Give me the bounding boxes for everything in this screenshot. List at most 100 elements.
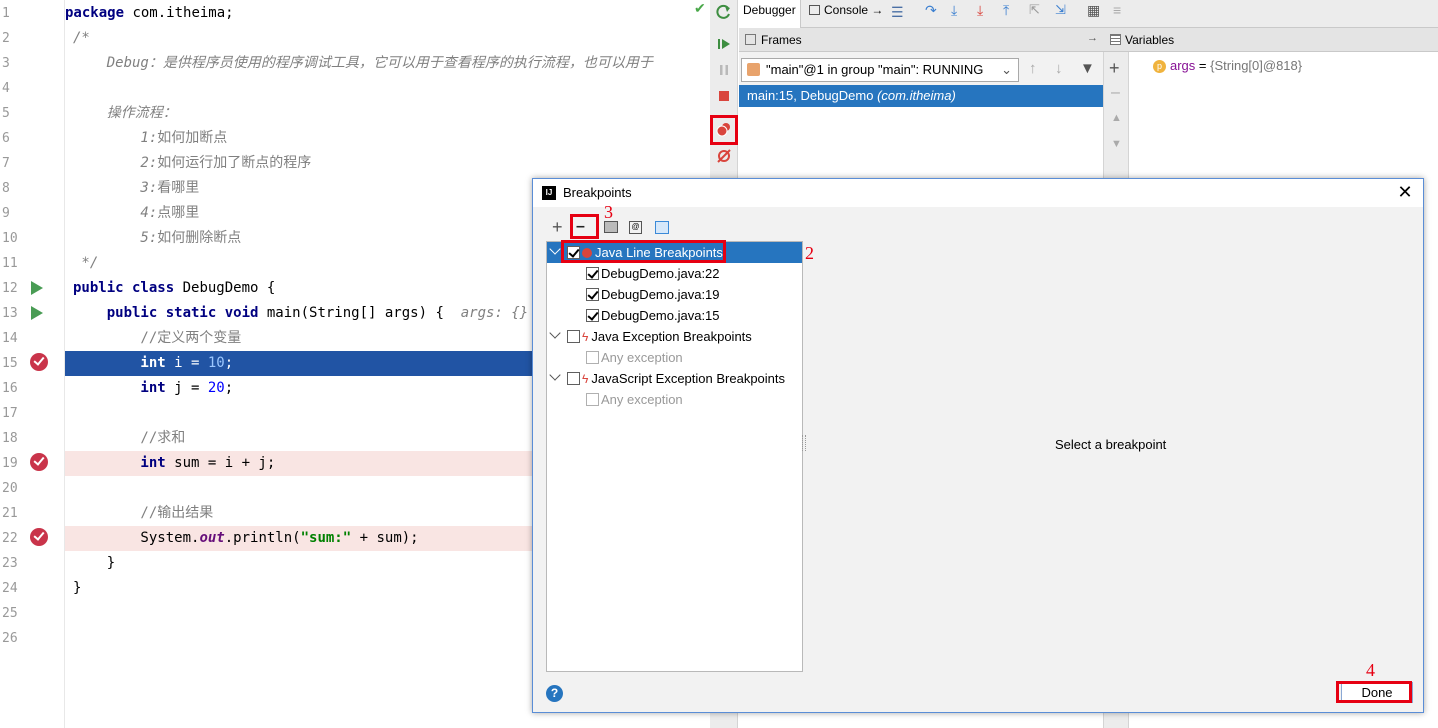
line-number: 26 [2,631,18,646]
thread-icon [747,63,760,76]
checkbox[interactable] [567,372,580,385]
stop-icon[interactable] [714,86,734,106]
frame-row-selected[interactable]: main:15, DebugDemo (com.itheima) [739,85,1103,107]
line-number: 15 [2,356,18,371]
checkbox[interactable] [586,309,599,322]
resume-icon[interactable] [714,34,734,54]
move-up-icon[interactable]: ▲ [1111,112,1122,124]
tree-item-javascript-exception-breakpoints[interactable]: ϟ JavaScript Exception Breakpoints [547,368,785,389]
checkbox[interactable] [567,330,580,343]
move-down-icon[interactable]: ▼ [1111,138,1122,150]
check-ok-icon: ✔ [694,0,706,16]
frames-pin-icon[interactable]: → [1087,32,1098,44]
add-breakpoint-button[interactable]: + [552,217,563,237]
line-number: 13 [2,306,18,321]
line-number: 17 [2,406,18,421]
force-step-into-icon[interactable]: ⤓ [977,2,983,19]
line-number: 16 [2,381,18,396]
code-line: /* [73,30,90,46]
editor-gutter[interactable]: 1 2 3 4 5 6 7 8 9 10 11 12 13 14 15 16 1… [0,0,65,728]
line-number: 3 [2,56,10,71]
tree-item-label: Any exception [601,350,683,365]
step-into-icon[interactable]: ⤓ [951,2,957,19]
pause-icon[interactable] [714,60,734,80]
breakpoint-icon[interactable] [30,453,48,471]
frame-down-icon[interactable]: ↓ [1055,60,1063,77]
tree-item-label: Any exception [601,392,683,407]
chevron-down-icon[interactable] [549,369,561,381]
frames-title: Frames [761,33,802,47]
breakpoints-tree[interactable]: Java Line Breakpoints DebugDemo.java:22 … [546,241,803,672]
filter-icon[interactable]: ▼ [1080,60,1095,77]
remove-watch-icon[interactable]: – [1111,84,1120,102]
line-number: 14 [2,331,18,346]
run-gutter-icon[interactable] [31,281,43,295]
run-gutter-icon[interactable] [31,306,43,320]
checkbox[interactable] [586,288,599,301]
rerun-icon[interactable] [714,2,734,22]
variable-name: args [1170,58,1196,73]
drop-frame-icon[interactable]: ⇱ [1029,2,1040,18]
code-line: 2:如何运行加了断点的程序 [73,155,312,171]
tree-item-label: JavaScript Exception Breakpoints [591,371,786,386]
tree-item-label: Java Exception Breakpoints [591,329,752,344]
group-by-class-icon[interactable] [655,221,669,234]
code-line: Debug：是供程序员使用的程序调试工具，它可以用于查看程序的执行流程，也可以用… [73,55,653,71]
tab-console-label: Console [824,3,869,17]
checkbox[interactable] [586,267,599,280]
checkbox[interactable] [586,351,599,364]
line-number: 25 [2,606,18,621]
breakpoint-icon[interactable] [30,353,48,371]
close-icon[interactable]: ✕ [1395,182,1415,202]
frame-up-icon[interactable]: ↑ [1029,60,1037,77]
tree-item-label: DebugDemo.java:19 [601,287,720,302]
thread-select-value: "main"@1 in group "main": RUNNING [766,62,984,77]
tab-console[interactable]: Console → [805,0,887,28]
line-number: 4 [2,81,10,96]
tree-item-breakpoint[interactable]: DebugDemo.java:15 [586,305,720,326]
step-over-icon[interactable]: ↷ [925,2,937,19]
breakpoint-icon[interactable] [30,528,48,546]
tree-item-any-exception[interactable]: Any exception [586,347,683,368]
show-execution-point-icon[interactable]: ☰ [891,4,904,21]
dialog-title-bar: Breakpoints [533,179,1423,207]
line-number: 23 [2,556,18,571]
annotation-3: 3 [604,202,613,222]
tree-item-java-exception-breakpoints[interactable]: ϟ Java Exception Breakpoints [547,326,752,347]
frame-package: (com.itheima) [877,88,956,103]
tree-item-any-exception[interactable]: Any exception [586,389,683,410]
step-out-icon[interactable]: ⤒ [1003,2,1009,19]
trace-stream-icon[interactable]: ≡ [1113,2,1121,18]
annotation-2: 2 [805,243,814,263]
thread-select[interactable]: "main"@1 in group "main": RUNNING ⌄ [741,58,1019,82]
tree-item-label: DebugDemo.java:22 [601,266,720,281]
chevron-down-icon[interactable] [549,243,561,255]
mute-breakpoints-icon[interactable] [714,146,734,166]
line-number: 8 [2,181,10,196]
highlight-box-2 [561,240,726,263]
tree-item-breakpoint[interactable]: DebugDemo.java:22 [586,263,720,284]
tree-item-breakpoint[interactable]: DebugDemo.java:19 [586,284,720,305]
splitter-handle[interactable] [802,435,806,451]
line-number: 5 [2,106,10,121]
line-number: 11 [2,256,18,271]
run-to-cursor-icon[interactable]: ⇲ [1055,2,1066,18]
variable-value: {String[0]@818} [1210,58,1303,73]
debug-tabs: Debugger Console → ☰ ↷ ⤓ ⤓ ⤒ ⇱ ⇲ ▦ ≡ [739,0,1438,28]
checkbox[interactable] [586,393,599,406]
line-number: 7 [2,156,10,171]
parameter-icon: p [1153,60,1166,73]
line-number: 18 [2,431,18,446]
code-line: 操作流程： [73,105,177,121]
new-watch-icon[interactable]: + [1109,58,1120,79]
chevron-down-icon[interactable] [549,327,561,339]
line-number: 24 [2,581,18,596]
variable-equals: = [1195,58,1211,73]
help-icon[interactable]: ? [546,685,563,702]
frames-header: Frames [739,28,1103,52]
frame-label: main:15, DebugDemo [747,88,878,103]
evaluate-expression-icon[interactable]: ▦ [1087,2,1100,19]
tab-debugger[interactable]: Debugger [739,0,801,28]
group-by-file-icon[interactable]: @ [629,221,642,234]
variable-row[interactable]: args = {String[0]@818} [1170,58,1302,73]
